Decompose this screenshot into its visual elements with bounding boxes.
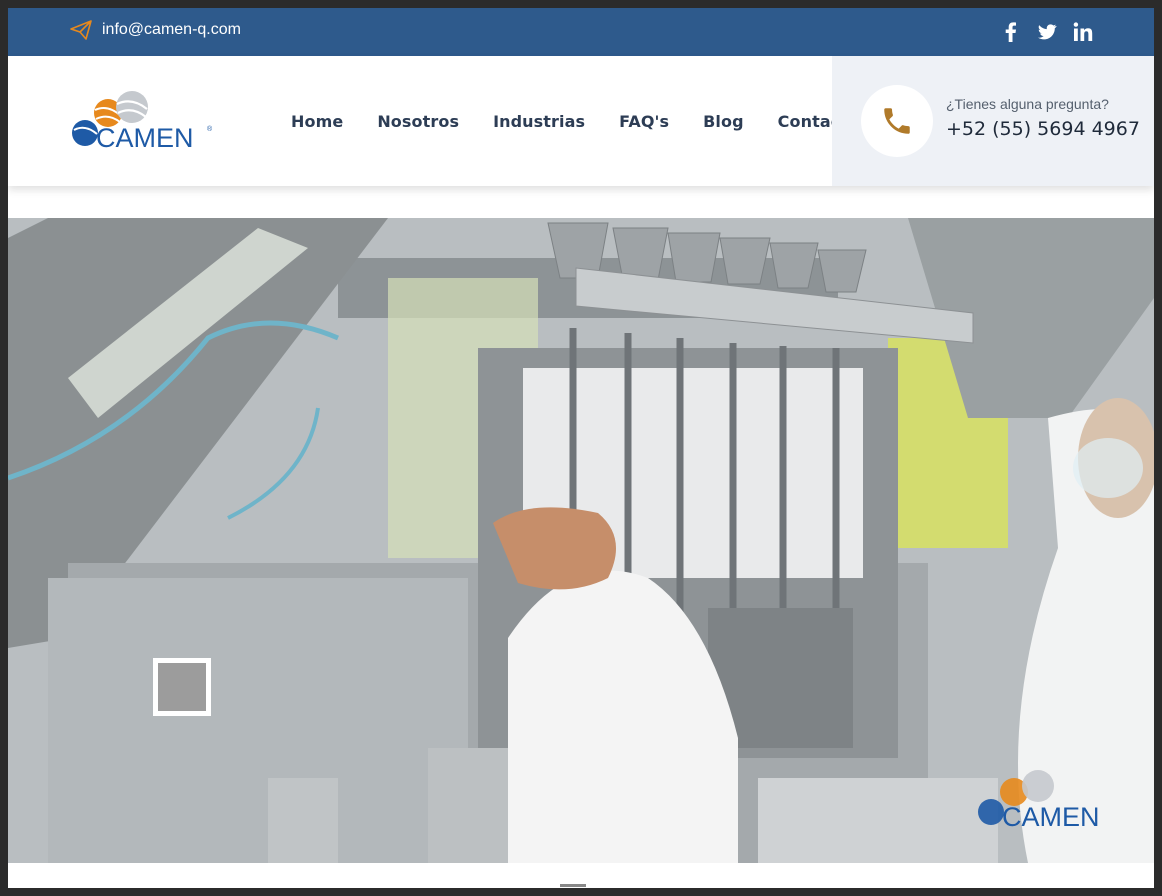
nav-industrias[interactable]: Industrias — [493, 112, 585, 131]
nav-faqs[interactable]: FAQ's — [619, 112, 669, 131]
nav-home[interactable]: Home — [291, 112, 343, 131]
logo-text: CAMEN — [96, 123, 194, 153]
nav-blog[interactable]: Blog — [703, 112, 744, 131]
paper-plane-icon — [70, 20, 92, 40]
main-nav: Home Nosotros Industrias FAQ's Blog Cont… — [291, 112, 859, 131]
page: info@camen-q.com CAMEN ® Home Nosotros I… — [8, 8, 1154, 888]
phone-icon[interactable] — [861, 85, 933, 157]
facebook-icon[interactable] — [1000, 21, 1022, 43]
scroll-indicator — [560, 884, 586, 887]
contact-phone-number[interactable]: +52 (55) 5694 4967 — [946, 118, 1140, 140]
watermark-text: CAMEN — [1002, 802, 1100, 832]
email-link[interactable]: info@camen-q.com — [70, 20, 241, 40]
svg-text:®: ® — [207, 125, 213, 133]
hero-image: CAMEN — [8, 218, 1154, 863]
top-bar: info@camen-q.com — [8, 8, 1154, 56]
camen-logo[interactable]: CAMEN ® — [68, 86, 218, 156]
social-links — [1000, 21, 1094, 43]
hero-watermark-logo: CAMEN — [974, 765, 1124, 835]
email-text: info@camen-q.com — [102, 21, 241, 38]
main-header: CAMEN ® Home Nosotros Industrias FAQ's B… — [8, 56, 1154, 186]
contact-info: ¿Tienes alguna pregunta? +52 (55) 5694 4… — [946, 96, 1140, 140]
twitter-icon[interactable] — [1036, 21, 1058, 43]
contact-box: ¿Tienes alguna pregunta? +52 (55) 5694 4… — [832, 56, 1154, 186]
contact-question: ¿Tienes alguna pregunta? — [946, 96, 1109, 112]
nav-nosotros[interactable]: Nosotros — [377, 112, 459, 131]
linkedin-icon[interactable] — [1072, 21, 1094, 43]
